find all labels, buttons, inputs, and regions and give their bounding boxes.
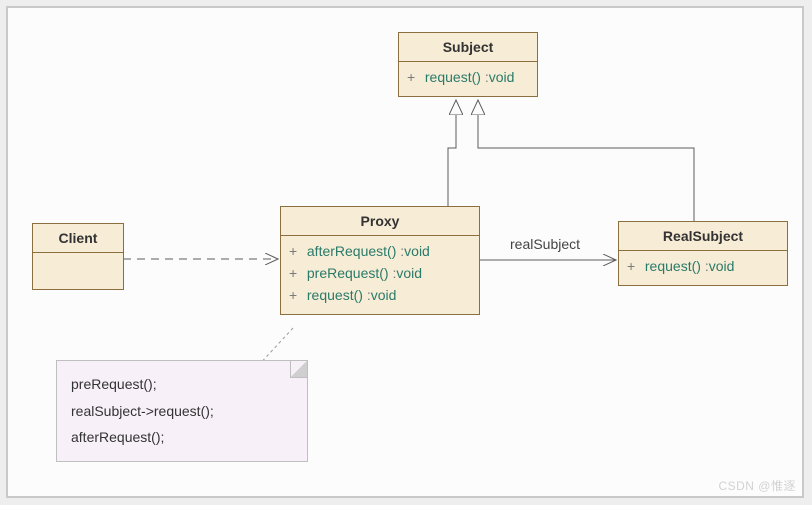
signature: request() <box>307 287 363 303</box>
class-client: Client <box>32 223 124 290</box>
method-row: + request() :void <box>627 255 779 277</box>
method-row: + request() :void <box>289 284 471 306</box>
class-methods: + request() :void <box>619 251 787 285</box>
method-row: + request() :void <box>407 66 529 88</box>
class-proxy: Proxy + afterRequest() :void + preReques… <box>280 206 480 315</box>
method-row: + preRequest() :void <box>289 262 471 284</box>
note-line: afterRequest(); <box>71 424 293 451</box>
class-title: Client <box>33 224 123 253</box>
return-type: void <box>709 258 735 274</box>
signature: preRequest() <box>307 265 389 281</box>
diagram-canvas: Proxy (dependency) --> Subject + request… <box>6 6 804 498</box>
watermark: CSDN @惟逐 <box>718 477 796 494</box>
visibility: + <box>289 243 303 259</box>
note-fold-icon <box>290 361 307 378</box>
class-methods <box>33 253 123 289</box>
class-subject: Subject + request() :void <box>398 32 538 97</box>
class-title: Proxy <box>281 207 479 236</box>
return-type: void <box>489 69 515 85</box>
association-label-realsubject: realSubject <box>510 236 580 252</box>
class-realsubject: RealSubject + request() :void <box>618 221 788 286</box>
visibility: + <box>627 258 641 274</box>
class-methods: + afterRequest() :void + preRequest() :v… <box>281 236 479 314</box>
note-line: preRequest(); <box>71 371 293 398</box>
return-type: void <box>396 265 422 281</box>
class-title: Subject <box>399 33 537 62</box>
signature: request() <box>645 258 701 274</box>
class-methods: + request() :void <box>399 62 537 96</box>
class-title: RealSubject <box>619 222 787 251</box>
signature: request() <box>425 69 481 85</box>
visibility: + <box>289 265 303 281</box>
visibility: + <box>289 287 303 303</box>
visibility: + <box>407 69 421 85</box>
signature: afterRequest() <box>307 243 396 259</box>
return-type: void <box>371 287 397 303</box>
note: preRequest(); realSubject->request(); af… <box>56 360 308 462</box>
return-type: void <box>404 243 430 259</box>
method-row: + afterRequest() :void <box>289 240 471 262</box>
note-line: realSubject->request(); <box>71 398 293 425</box>
